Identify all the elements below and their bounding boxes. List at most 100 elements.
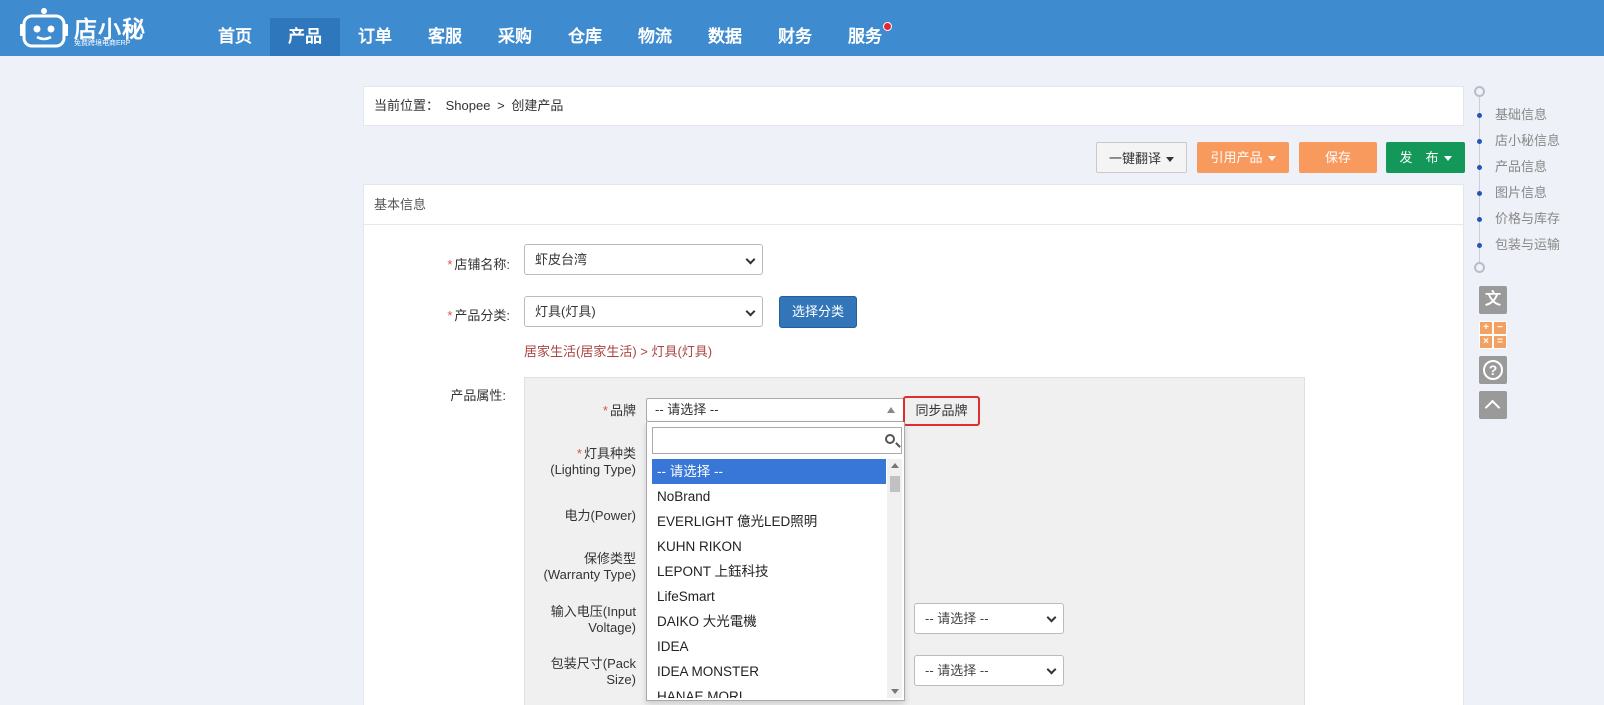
- breadcrumb-current: 创建产品: [511, 98, 564, 113]
- pack-size-label: 包装尺寸(Pack Size): [520, 656, 636, 688]
- nav-item-warehouse[interactable]: 仓库: [550, 18, 620, 56]
- brand-label-text: 品牌: [609, 403, 636, 418]
- brand-option[interactable]: IDEA: [652, 634, 886, 659]
- nav-item-purchasing[interactable]: 采购: [480, 18, 550, 56]
- section-side-nav: 基础信息 店小秘信息 产品信息 图片信息 价格与库存 包装与运输: [1470, 86, 1604, 276]
- brand-option[interactable]: NoBrand: [652, 484, 886, 509]
- nav-item-home[interactable]: 首页: [200, 18, 270, 56]
- side-nav-end-ring: [1474, 262, 1485, 273]
- side-nav-item-label: 店小秘信息: [1495, 133, 1561, 148]
- category-select[interactable]: 灯具(灯具): [524, 296, 763, 327]
- brand-option[interactable]: LifeSmart: [652, 584, 886, 609]
- category-label-text: 产品分类:: [454, 308, 510, 323]
- calc-minus: −: [1494, 322, 1506, 334]
- scroll-thumb[interactable]: [890, 476, 900, 492]
- product-attributes-label: 产品属性:: [450, 388, 506, 403]
- brand-options-list: -- 请选择 -- NoBrand EVERLIGHT 億光LED照明 KUHN…: [652, 459, 886, 698]
- robot-logo-icon: [20, 8, 68, 48]
- breadcrumb-platform[interactable]: Shopee: [446, 98, 491, 113]
- calc-equals: =: [1494, 336, 1506, 348]
- brand-search-input[interactable]: [652, 427, 902, 454]
- breadcrumb: 当前位置： Shopee > 创建产品: [363, 86, 1464, 126]
- one-click-translate-button[interactable]: 一键翻译: [1096, 142, 1187, 173]
- bullet-icon: [1477, 165, 1482, 170]
- required-asterisk: *: [447, 257, 453, 272]
- side-nav-item-label: 基础信息: [1495, 107, 1548, 122]
- side-nav-item-label: 图片信息: [1495, 185, 1548, 200]
- nav-item-finance[interactable]: 财务: [760, 18, 830, 56]
- brand-option[interactable]: EVERLIGHT 億光LED照明: [652, 509, 886, 534]
- bullet-icon: [1477, 191, 1482, 196]
- pack-size-value: -- 请选择 --: [925, 663, 989, 678]
- save-button[interactable]: 保存: [1299, 142, 1377, 173]
- main-nav: 首页 产品 订单 客服 采购 仓库 物流 数据 财务 服务: [200, 18, 900, 56]
- dropdown-scrollbar[interactable]: [887, 459, 902, 698]
- section-title: 基本信息: [364, 185, 1463, 225]
- cite-product-button[interactable]: 引用产品: [1197, 142, 1289, 173]
- lighting-type-label: * 灯具种类 (Lighting Type): [520, 446, 636, 478]
- search-icon: [885, 434, 895, 444]
- input-voltage-label-line2: Voltage): [588, 620, 636, 635]
- brand-option[interactable]: HANAE MORI: [652, 684, 886, 698]
- back-to-top-icon[interactable]: [1479, 391, 1507, 419]
- lighting-type-label-en: (Lighting Type): [550, 462, 636, 477]
- warranty-type-label-en: (Warranty Type): [543, 567, 636, 582]
- question-mark-icon: ?: [1483, 360, 1503, 380]
- brand-select[interactable]: -- 请选择 --: [646, 398, 904, 422]
- required-asterisk: *: [576, 446, 582, 461]
- nav-item-data[interactable]: 数据: [690, 18, 760, 56]
- brand-option[interactable]: LEPONT 上鈺科技: [652, 559, 886, 584]
- cite-button-label: 引用产品: [1210, 150, 1263, 165]
- chevron-down-icon: [1046, 612, 1057, 623]
- side-nav-item-label: 产品信息: [1495, 159, 1548, 174]
- calculator-tool-icon[interactable]: + − × =: [1479, 321, 1507, 349]
- caret-down-icon: [1166, 157, 1174, 163]
- required-asterisk: *: [447, 308, 453, 323]
- shop-name-value: 虾皮台湾: [535, 252, 588, 267]
- shop-name-select[interactable]: 虾皮台湾: [524, 244, 763, 275]
- scroll-up-icon[interactable]: [891, 463, 899, 468]
- brand-option[interactable]: -- 请选择 --: [652, 459, 886, 484]
- bullet-icon: [1477, 217, 1482, 222]
- brand-option[interactable]: KUHN RIKON: [652, 534, 886, 559]
- side-nav-item-label: 价格与库存: [1495, 211, 1561, 226]
- publish-button[interactable]: 发 布: [1386, 142, 1465, 173]
- input-voltage-value: -- 请选择 --: [925, 611, 989, 626]
- caret-up-icon: [887, 407, 895, 413]
- nav-item-customer-service[interactable]: 客服: [410, 18, 480, 56]
- nav-item-services[interactable]: 服务: [830, 18, 900, 56]
- calc-plus: +: [1480, 322, 1492, 334]
- publish-button-label: 发 布: [1399, 150, 1439, 165]
- sync-brand-button[interactable]: 同步品牌: [903, 396, 980, 426]
- breadcrumb-separator: >: [497, 98, 505, 113]
- brand-option[interactable]: DAIKO 大光電機: [652, 609, 886, 634]
- warranty-type-label-line1: 保修类型: [583, 551, 636, 566]
- category-path: 居家生活(居家生活) > 灯具(灯具): [524, 344, 713, 359]
- caret-down-icon: [1267, 156, 1276, 162]
- nav-item-products[interactable]: 产品: [270, 18, 340, 56]
- nav-item-services-label: 服务: [848, 27, 882, 47]
- shop-name-label: * 店铺名称:: [410, 254, 510, 273]
- logo-subtitle: 免费跨境电商ERP: [74, 40, 131, 47]
- choose-category-button[interactable]: 选择分类: [779, 296, 857, 328]
- chevron-down-icon: [745, 306, 756, 317]
- app-logo[interactable]: 店小秘 免费跨境电商ERP: [20, 4, 150, 50]
- nav-item-orders[interactable]: 订单: [340, 18, 410, 56]
- bullet-icon: [1477, 113, 1482, 118]
- help-tool-icon[interactable]: ?: [1479, 356, 1507, 384]
- lighting-type-label-text: 灯具种类: [583, 446, 636, 461]
- translate-tool-icon[interactable]: 文: [1479, 286, 1507, 314]
- input-voltage-select[interactable]: -- 请选择 --: [914, 603, 1064, 634]
- notification-dot: [883, 22, 892, 31]
- brand-option[interactable]: IDEA MONSTER: [652, 659, 886, 684]
- nav-item-logistics[interactable]: 物流: [620, 18, 690, 56]
- lighting-type-label-line1: * 灯具种类: [520, 446, 636, 462]
- category-label: * 产品分类:: [410, 305, 510, 324]
- warranty-type-label: 保修类型 (Warranty Type): [520, 551, 636, 583]
- bullet-icon: [1477, 139, 1482, 144]
- scroll-down-icon[interactable]: [891, 689, 899, 694]
- input-voltage-label: 输入电压(Input Voltage): [520, 604, 636, 636]
- pack-size-select[interactable]: -- 请选择 --: [914, 655, 1064, 686]
- category-value: 灯具(灯具): [535, 304, 596, 319]
- input-voltage-label-line1: 输入电压(Input: [550, 604, 636, 619]
